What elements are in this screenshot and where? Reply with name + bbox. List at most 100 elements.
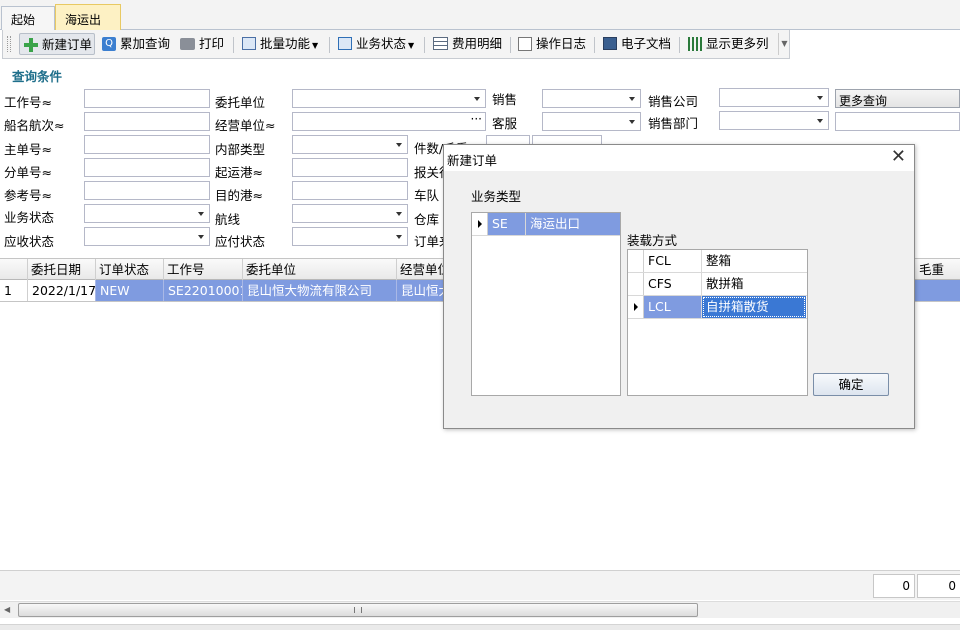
pod-input[interactable] [292, 181, 408, 200]
status-bar [0, 624, 960, 630]
document-tab-bar: 起始页 海运出口 [0, 0, 960, 44]
toolbar-overflow-button[interactable]: ▼ [778, 33, 790, 55]
column-header-client[interactable]: 委托单位 [243, 259, 397, 280]
column-header-job-no[interactable]: 工作号 [164, 259, 243, 280]
dropdown-arrow-icon: ▼ [312, 41, 319, 50]
operator-unit-input[interactable]: ··· [292, 112, 486, 131]
load-mode-label: 装载方式 [627, 233, 678, 248]
more-query-button[interactable]: 更多查询 [835, 89, 960, 108]
fee-detail-label: 费用明细 [452, 36, 503, 51]
load-mode-name[interactable]: 整箱 [702, 250, 806, 272]
sales-label: 销售 [492, 92, 518, 107]
list-item[interactable]: SE 海运出口 [472, 213, 620, 236]
close-icon[interactable]: ✕ [891, 147, 906, 167]
sales-select[interactable] [542, 89, 641, 108]
sales-department-label: 销售部门 [648, 116, 699, 131]
tab-sea-export[interactable]: 海运出口 [55, 4, 121, 44]
vessel-voyage-label: 船名航次≈ [4, 118, 65, 133]
client-select[interactable] [292, 89, 486, 108]
receivable-status-select[interactable] [84, 227, 210, 246]
load-mode-name[interactable]: 散拼箱 [702, 273, 806, 295]
date-cell[interactable]: 2022/1/17 [28, 280, 96, 301]
row-indicator [628, 273, 644, 295]
print-button[interactable]: 打印 [180, 33, 224, 55]
job-no-cell[interactable]: SE22010001 [164, 280, 243, 301]
business-type-list[interactable]: SE 海运出口 [471, 212, 621, 396]
load-mode-name[interactable]: 自拼箱散货 [702, 296, 806, 318]
payable-status-label: 应付状态 [215, 234, 266, 249]
column-header-date[interactable]: 委托日期 [28, 259, 96, 280]
pod-label: 目的港≈ [215, 188, 263, 203]
internal-type-select[interactable] [292, 135, 408, 154]
reference-no-label: 参考号≈ [4, 188, 52, 203]
house-no-input[interactable] [84, 158, 210, 177]
sales-company-select[interactable] [719, 88, 829, 107]
toolbar-separator [679, 37, 680, 53]
business-type-label: 业务类型 [471, 189, 522, 204]
add-query-button[interactable]: Q 累加查询 [102, 33, 170, 55]
load-mode-code[interactable]: FCL [644, 250, 702, 272]
client-label: 委托单位 [215, 95, 266, 110]
row-number-cell: 1 [0, 280, 28, 301]
reference-no-input[interactable] [84, 181, 210, 200]
show-more-columns-button[interactable]: 显示更多列 [688, 33, 769, 55]
total-cell: 0 [873, 574, 915, 598]
plus-icon [24, 37, 38, 52]
job-no-input[interactable] [84, 89, 210, 108]
row-indicator [628, 250, 644, 272]
list-item[interactable]: LCL 自拼箱散货 [628, 296, 807, 319]
dropdown-arrow-icon: ▼ [408, 41, 415, 50]
pol-label: 起运港≈ [215, 165, 263, 180]
business-type-name[interactable]: 海运出口 [526, 213, 620, 235]
batch-functions-button[interactable]: 批量功能 ▼ [242, 33, 318, 55]
status-cell[interactable]: NEW [96, 280, 164, 301]
toolbar-grip[interactable] [7, 36, 11, 52]
row-indicator [628, 296, 644, 318]
fee-detail-button[interactable]: 费用明细 [433, 33, 502, 55]
payable-status-select[interactable] [292, 227, 408, 246]
list-item[interactable]: CFS 散拼箱 [628, 273, 807, 296]
client-cell[interactable]: 昆山恒大物流有限公司 [243, 280, 397, 301]
business-type-code[interactable]: SE [488, 213, 526, 235]
new-order-label: 新建订单 [42, 37, 93, 52]
search-icon: Q [102, 36, 116, 51]
master-no-input[interactable] [84, 135, 210, 154]
row-number-header [0, 259, 28, 280]
customer-service-select[interactable] [542, 112, 641, 131]
column-header-gross-weight[interactable]: 毛重 [916, 259, 960, 280]
grid-footer: 0 0 [0, 570, 960, 600]
scroll-left-icon[interactable]: ◀ [4, 605, 10, 614]
load-mode-code[interactable]: CFS [644, 273, 702, 295]
total-cell: 0 [917, 574, 960, 598]
sales-department-select[interactable] [719, 111, 829, 130]
house-no-label: 分单号≈ [4, 165, 52, 180]
tab-start-page[interactable]: 起始页 [1, 6, 55, 44]
route-select[interactable] [292, 204, 408, 223]
business-status-filter-label: 业务状态 [4, 210, 55, 225]
table-icon [433, 37, 448, 50]
load-mode-list[interactable]: FCL 整箱 CFS 散拼箱 LCL 自拼箱散货 [627, 249, 808, 396]
list-item[interactable]: FCL 整箱 [628, 250, 807, 273]
column-header-status[interactable]: 订单状态 [96, 259, 164, 280]
extra-filter-input[interactable] [835, 112, 960, 131]
operation-log-button[interactable]: 操作日志 [518, 33, 586, 55]
row-indicator [472, 213, 488, 235]
business-status-select[interactable] [84, 204, 210, 223]
warehouse-label: 仓库 [414, 212, 440, 227]
batch-label: 批量功能 [260, 36, 311, 51]
pol-input[interactable] [292, 158, 408, 177]
new-order-dialog: 新建订单 ✕ 业务类型 SE 海运出口 装载方式 FCL 整箱 CFS 散拼箱 … [443, 144, 915, 429]
new-order-button[interactable]: 新建订单 [19, 33, 95, 55]
vessel-voyage-input[interactable] [84, 112, 210, 131]
electronic-docs-button[interactable]: 电子文档 [603, 33, 671, 55]
load-mode-code[interactable]: LCL [644, 296, 702, 318]
business-status-button[interactable]: 业务状态 ▼ [338, 33, 414, 55]
ellipsis-icon[interactable]: ··· [471, 112, 482, 126]
columns-icon [688, 36, 702, 51]
ok-button[interactable]: 确定 [813, 373, 889, 396]
horizontal-scrollbar[interactable]: ◀ [0, 601, 960, 618]
printer-icon [180, 37, 195, 50]
operator-unit-label: 经营单位≈ [215, 118, 276, 133]
query-section-title: 查询条件 [12, 69, 63, 84]
scrollbar-thumb[interactable] [18, 603, 698, 617]
